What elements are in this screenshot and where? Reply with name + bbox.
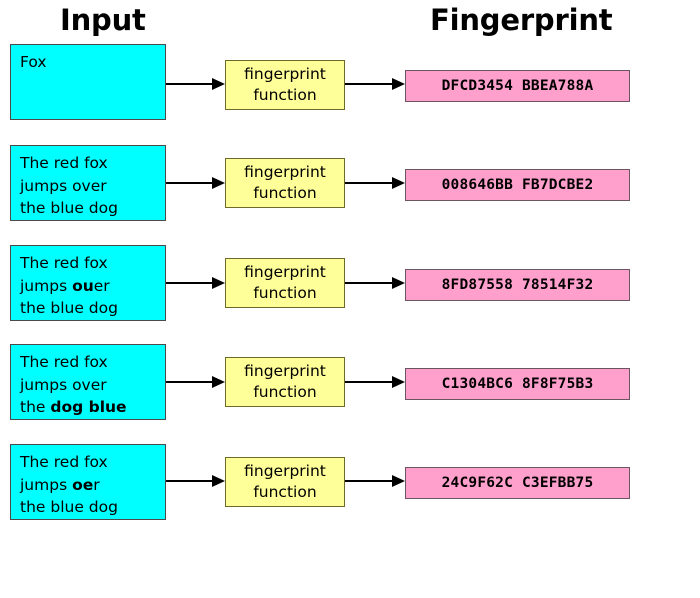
arrow-function-to-fingerprint <box>345 177 406 190</box>
arrow-input-to-function <box>166 78 226 91</box>
arrow-head-icon <box>212 376 225 388</box>
input-line-bold: ou <box>72 276 94 295</box>
input-line-plain: Fox <box>20 53 47 71</box>
arrow-head-icon <box>392 277 405 289</box>
arrow-shaft <box>345 381 393 383</box>
input-line-tail: er <box>93 276 110 295</box>
input-line-plain: the blue dog <box>20 299 118 317</box>
input-line: jumps over <box>20 175 165 198</box>
fingerprint-column-header: Fingerprint <box>430 3 613 37</box>
arrow-shaft <box>345 480 393 482</box>
column-headers: Input Fingerprint <box>0 0 700 42</box>
input-line-bold: oe <box>72 475 94 494</box>
arrow-head-icon <box>212 277 225 289</box>
input-line: jumps oer <box>20 474 165 497</box>
arrow-shaft <box>166 381 214 383</box>
arrow-function-to-fingerprint <box>345 277 406 290</box>
function-box-line2: function <box>253 86 317 104</box>
input-line-plain: jumps over <box>20 375 107 394</box>
input-line-plain: The red fox <box>20 453 108 471</box>
fingerprint-hash-box: C1304BC6 8F8F75B3 <box>405 368 630 400</box>
fingerprint-hash-box: 008646BB FB7DCBE2 <box>405 169 630 201</box>
function-box-line1: fingerprint <box>244 462 326 480</box>
function-box-line1: fingerprint <box>244 362 326 380</box>
function-box-line1: fingerprint <box>244 163 326 181</box>
fingerprint-function-box: fingerprint function <box>225 158 345 208</box>
input-line: Fox <box>20 51 165 74</box>
arrow-head-icon <box>392 78 405 90</box>
arrow-shaft <box>166 83 214 85</box>
function-box-line1: fingerprint <box>244 263 326 281</box>
fingerprint-diagram: Input Fingerprint Fox fingerprint function… <box>0 0 700 598</box>
input-line: the dog blue <box>20 396 165 419</box>
fingerprint-function-box: fingerprint function <box>225 457 345 507</box>
arrow-shaft <box>345 83 393 85</box>
input-line-plain: The red fox <box>20 154 108 172</box>
arrow-shaft <box>166 282 214 284</box>
arrow-function-to-fingerprint <box>345 475 406 488</box>
function-box-line1: fingerprint <box>244 65 326 83</box>
arrow-head-icon <box>392 376 405 388</box>
input-line-plain: jumps <box>20 475 73 494</box>
fingerprint-function-box: fingerprint function <box>225 258 345 308</box>
input-line-plain: the blue dog <box>20 498 118 516</box>
arrow-input-to-function <box>166 376 226 389</box>
input-line-tail: r <box>93 475 100 494</box>
arrow-function-to-fingerprint <box>345 376 406 389</box>
function-box-line2: function <box>253 483 317 501</box>
arrow-head-icon <box>392 177 405 189</box>
input-line-plain: the blue dog <box>20 199 118 217</box>
arrow-input-to-function <box>166 177 226 190</box>
input-box: The red fox jumps oer the blue dog <box>10 444 166 520</box>
arrow-head-icon <box>212 177 225 189</box>
arrow-function-to-fingerprint <box>345 78 406 91</box>
fingerprint-function-box: fingerprint function <box>225 60 345 110</box>
input-box: The red fox jumps over the blue dog <box>10 145 166 221</box>
fingerprint-function-box: fingerprint function <box>225 357 345 407</box>
input-line: The red fox <box>20 252 165 275</box>
input-line-plain: The red fox <box>20 254 108 272</box>
input-line: jumps ouer <box>20 275 165 298</box>
input-line: the blue dog <box>20 496 165 519</box>
input-line: the blue dog <box>20 197 165 220</box>
input-box: Fox <box>10 44 166 120</box>
input-box: The red fox jumps ouer the blue dog <box>10 245 166 321</box>
arrow-shaft <box>166 182 214 184</box>
function-box-line2: function <box>253 284 317 302</box>
input-box: The red fox jumps over the dog blue <box>10 344 166 420</box>
input-line-plain: jumps <box>20 276 73 295</box>
arrow-input-to-function <box>166 277 226 290</box>
input-column-header: Input <box>60 3 146 37</box>
function-box-line2: function <box>253 184 317 202</box>
input-line: jumps over <box>20 374 165 397</box>
arrow-shaft <box>166 480 214 482</box>
fingerprint-hash-box: 24C9F62C C3EFBB75 <box>405 467 630 499</box>
input-line-plain: jumps over <box>20 176 107 195</box>
input-line-plain: The red fox <box>20 353 108 371</box>
input-line: the blue dog <box>20 297 165 320</box>
arrow-head-icon <box>212 475 225 487</box>
arrow-input-to-function <box>166 475 226 488</box>
function-box-line2: function <box>253 383 317 401</box>
input-line-bold: dog blue <box>50 398 127 416</box>
fingerprint-hash-box: DFCD3454 BBEA788A <box>405 70 630 102</box>
arrow-shaft <box>345 282 393 284</box>
input-line-plain: the <box>20 398 51 416</box>
input-line: The red fox <box>20 351 165 374</box>
arrow-shaft <box>345 182 393 184</box>
input-line: The red fox <box>20 451 165 474</box>
arrow-head-icon <box>212 78 225 90</box>
arrow-head-icon <box>392 475 405 487</box>
input-line: The red fox <box>20 152 165 175</box>
fingerprint-hash-box: 8FD87558 78514F32 <box>405 269 630 301</box>
